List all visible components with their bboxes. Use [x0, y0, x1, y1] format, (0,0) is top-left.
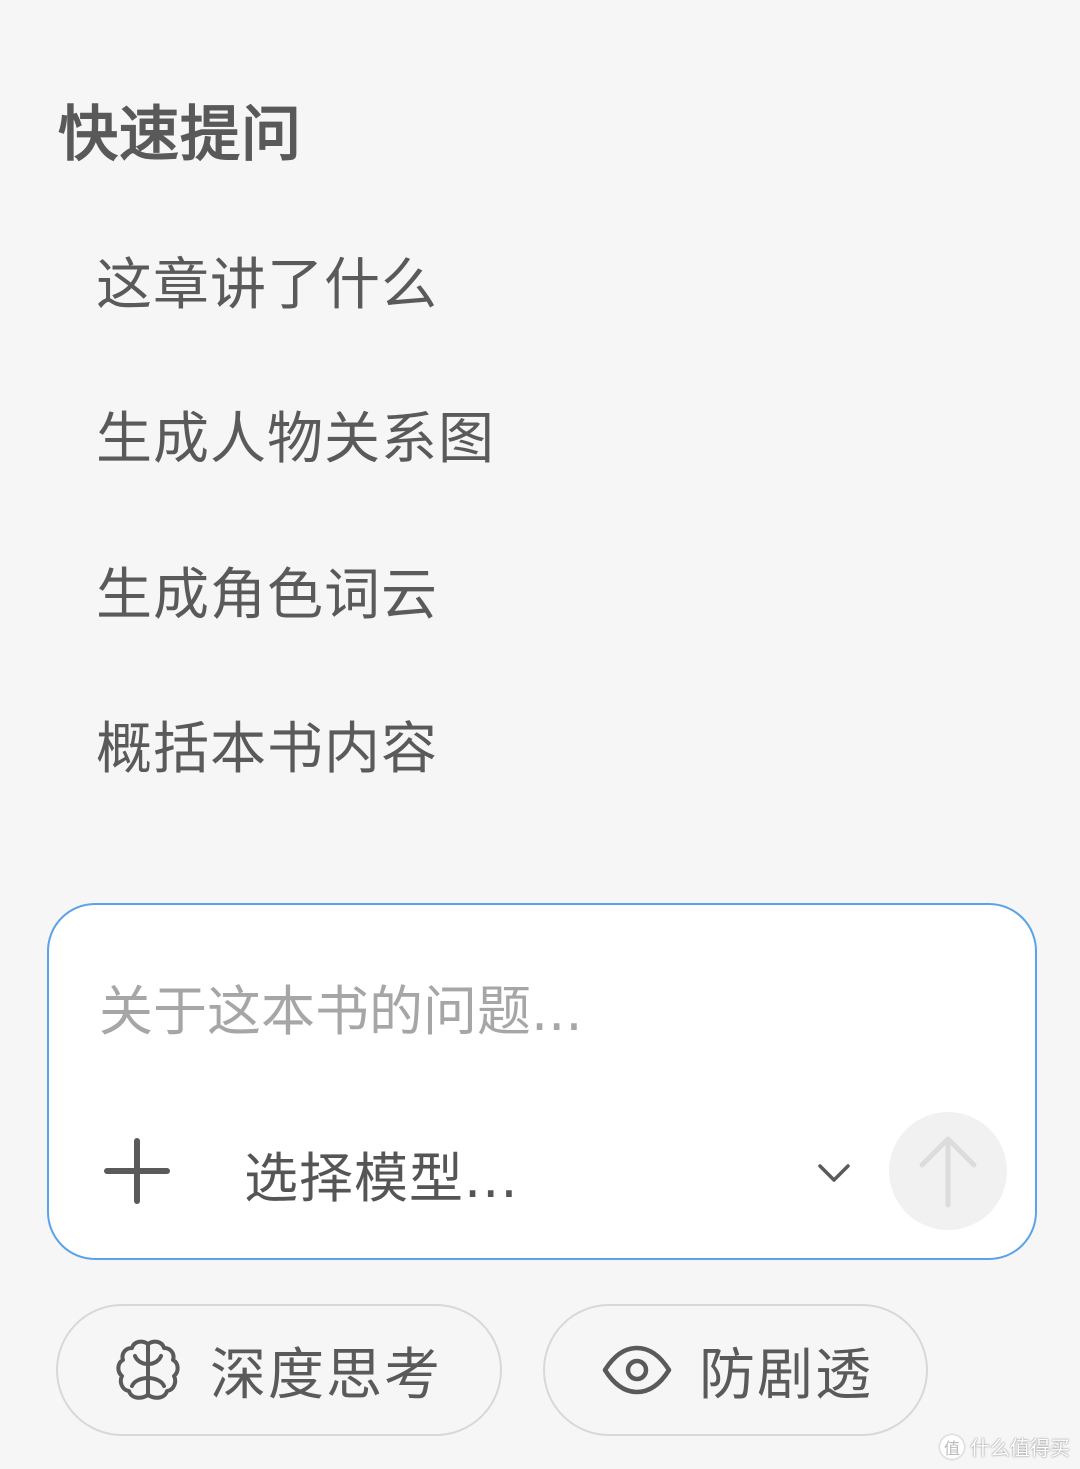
plus-icon: [104, 1138, 170, 1204]
eye-icon: [601, 1334, 673, 1406]
model-select[interactable]: 选择模型...: [244, 1133, 854, 1213]
quick-ask-item-book-summary[interactable]: 概括本书内容: [96, 704, 438, 785]
question-composer: 选择模型...: [47, 903, 1037, 1260]
send-button[interactable]: [889, 1112, 1007, 1230]
question-input[interactable]: [99, 967, 979, 1057]
brain-icon: [112, 1334, 184, 1406]
site-watermark: 值 什么值得买: [940, 1432, 1070, 1461]
arrow-up-icon: [919, 1136, 977, 1208]
spoiler-guard-label: 防剧透: [699, 1342, 873, 1408]
quick-ask-item-character-relations[interactable]: 生成人物关系图: [96, 394, 495, 475]
deep-thinking-toggle[interactable]: 深度思考: [56, 1304, 502, 1436]
chevron-down-icon: [818, 1164, 850, 1182]
watermark-text: 什么值得买: [970, 1436, 1070, 1460]
attach-button[interactable]: [101, 1135, 173, 1207]
model-select-label: 选择模型...: [244, 1146, 519, 1210]
spoiler-guard-toggle[interactable]: 防剧透: [543, 1304, 928, 1436]
quick-ask-item-chapter-summary[interactable]: 这章讲了什么: [96, 240, 438, 321]
ai-reading-assistant-panel: 快速提问 这章讲了什么 生成人物关系图 生成角色词云 概括本书内容 选择模型..…: [0, 0, 1080, 1469]
quick-ask-title: 快速提问: [58, 100, 302, 170]
deep-thinking-label: 深度思考: [210, 1342, 442, 1408]
watermark-logo: 值: [940, 1434, 964, 1459]
quick-ask-item-character-wordcloud[interactable]: 生成角色词云: [96, 550, 438, 631]
